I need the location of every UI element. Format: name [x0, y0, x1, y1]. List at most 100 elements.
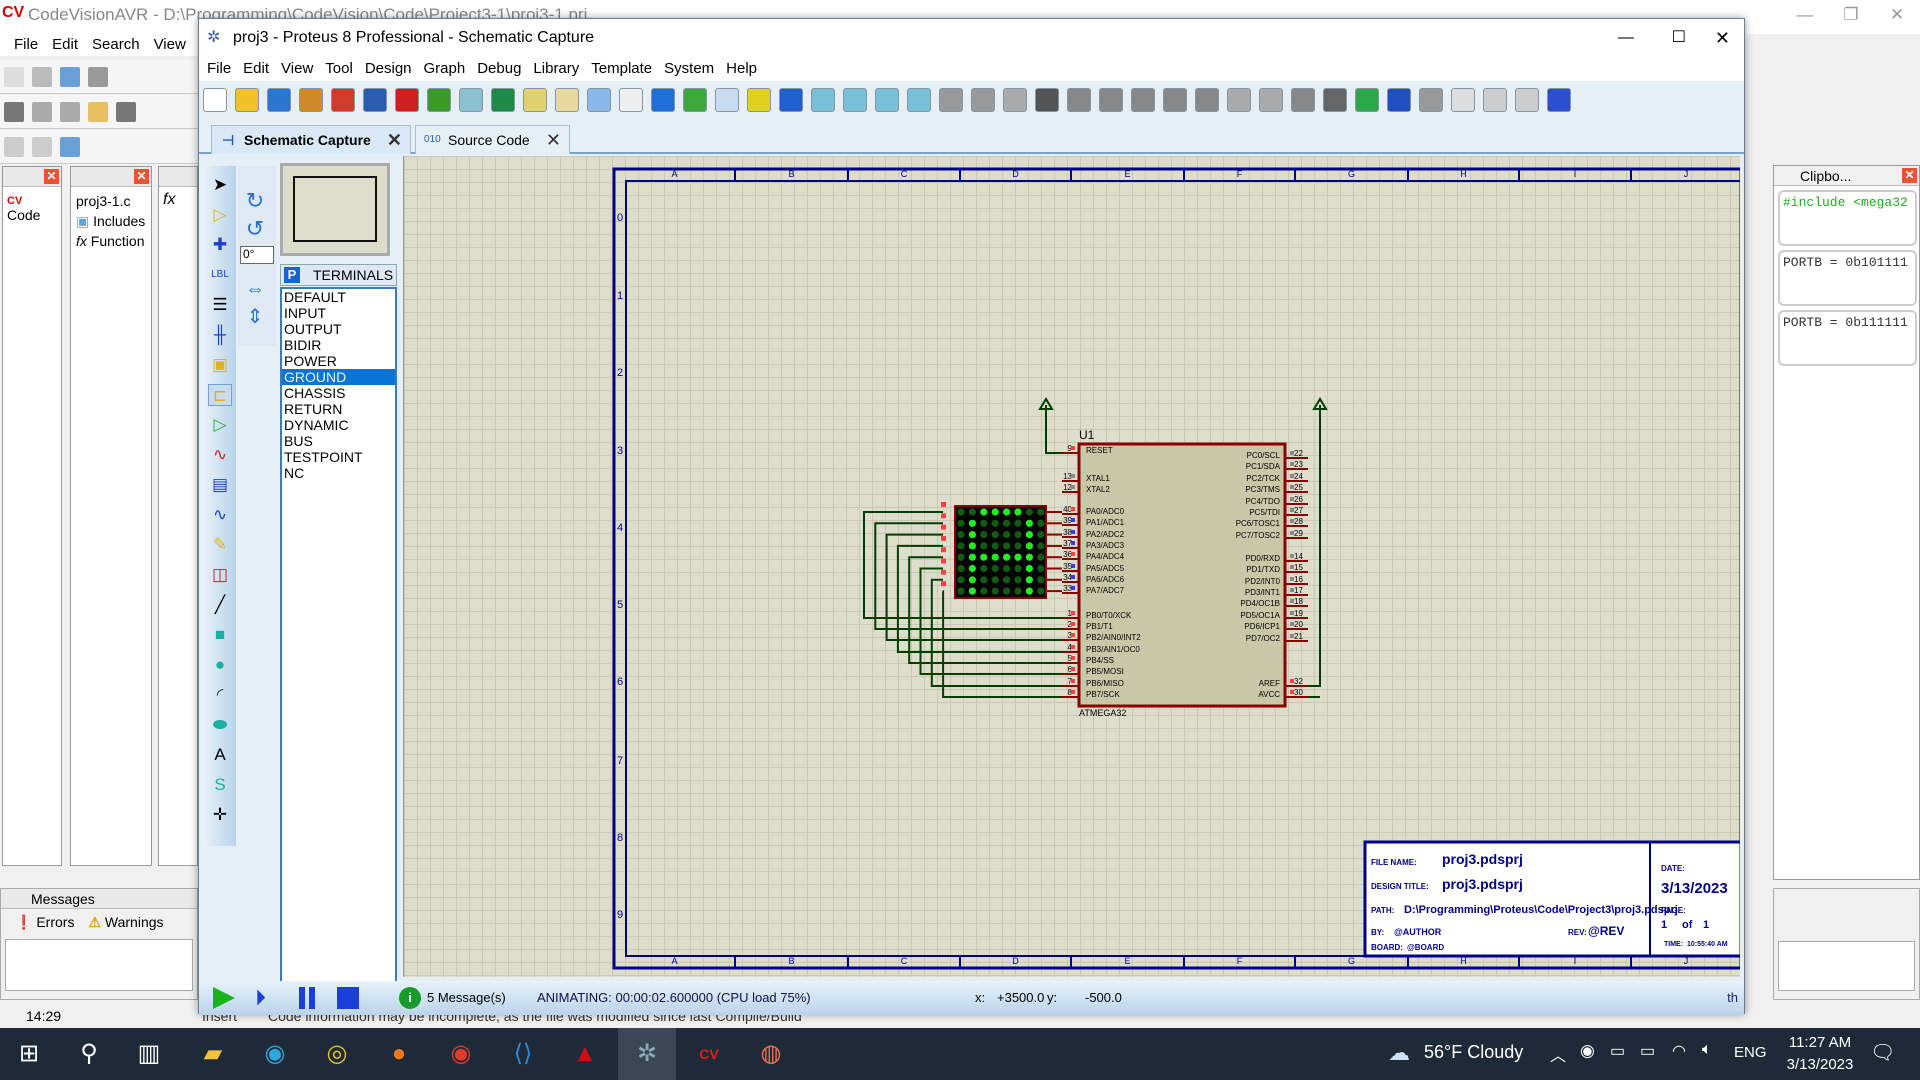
terminal-testpoint[interactable]: TESTPOINT: [282, 449, 395, 465]
close-icon[interactable]: ✕: [134, 169, 149, 184]
terminal-default[interactable]: DEFAULT: [282, 289, 395, 305]
schematic-icon[interactable]: [363, 88, 387, 112]
expand-icon[interactable]: [4, 137, 24, 157]
close-icon[interactable]: ✕: [44, 169, 59, 184]
new-file-icon[interactable]: [203, 88, 227, 112]
marker-tool-icon[interactable]: ✛: [208, 804, 232, 826]
path-tool-icon[interactable]: ⬬: [208, 714, 232, 736]
mirror-y-icon[interactable]: ⇕: [243, 306, 267, 328]
menu-edit[interactable]: Edit: [243, 60, 269, 77]
zoom-all-icon[interactable]: [875, 88, 899, 112]
clipboard-item[interactable]: #include <mega32: [1778, 190, 1917, 246]
edge-icon[interactable]: ◉: [246, 1028, 304, 1080]
mirror-x-icon[interactable]: ⇔: [243, 278, 267, 300]
pcb-layout-icon[interactable]: [523, 88, 547, 112]
tab-schematic-capture[interactable]: ⊣ Schematic Capture ✕: [211, 125, 411, 154]
origin-icon[interactable]: [747, 88, 771, 112]
chevron-up-icon[interactable]: ︿: [1550, 1042, 1566, 1066]
terminal-output[interactable]: OUTPUT: [282, 321, 395, 337]
pcb-icon[interactable]: [395, 88, 419, 112]
acrobat-icon[interactable]: ▲: [556, 1028, 614, 1080]
bill-dollar-icon[interactable]: [555, 88, 579, 112]
refresh-icon[interactable]: [683, 88, 707, 112]
generator-tool-icon[interactable]: ∿: [208, 504, 232, 526]
menu-design[interactable]: Design: [365, 60, 412, 77]
find-prev-icon[interactable]: [60, 102, 80, 122]
vscode-icon[interactable]: ⟨⟩: [494, 1028, 552, 1080]
menu-file[interactable]: File: [207, 60, 231, 77]
terminal-bus[interactable]: BUS: [282, 433, 395, 449]
restore-button[interactable]: ❐: [1828, 0, 1874, 30]
delete-sheet-icon[interactable]: [1483, 88, 1507, 112]
junction-tool-icon[interactable]: ✚: [208, 234, 232, 256]
save-icon[interactable]: [267, 88, 291, 112]
stop-button[interactable]: [337, 987, 359, 1009]
pick-devices-button[interactable]: P: [284, 267, 300, 283]
terminal-dynamic[interactable]: DYNAMIC: [282, 417, 395, 433]
terminal-ground[interactable]: GROUND: [282, 369, 395, 385]
language[interactable]: ENG: [1734, 1044, 1767, 1061]
block-rotate-icon[interactable]: [1163, 88, 1187, 112]
codevision-taskbar-icon[interactable]: CV: [680, 1028, 738, 1080]
help-icon[interactable]: [651, 88, 675, 112]
device-pins-tool-icon[interactable]: ▷: [208, 414, 232, 436]
close-button[interactable]: ✕: [1874, 0, 1920, 30]
subcircuit-tool-icon[interactable]: ▣: [208, 354, 232, 376]
new-sheet-icon[interactable]: [1451, 88, 1475, 112]
menu-view[interactable]: View: [281, 60, 313, 77]
firefox-icon[interactable]: ●: [370, 1028, 428, 1080]
netlist-icon[interactable]: [1547, 88, 1571, 112]
clock-date[interactable]: 3/13/2023: [1782, 1056, 1858, 1073]
menu-view[interactable]: View: [154, 36, 186, 53]
virtual-instruments-tool-icon[interactable]: ◫: [208, 564, 232, 586]
clipboard-item[interactable]: PORTB = 0b101111: [1778, 250, 1917, 306]
wifi-icon[interactable]: ◠: [1672, 1041, 1686, 1061]
terminals-tool-icon[interactable]: ⊏: [208, 384, 232, 406]
3d-view-icon[interactable]: [427, 88, 451, 112]
record-icon[interactable]: ◉: [1580, 1041, 1595, 1061]
terminal-input[interactable]: INPUT: [282, 305, 395, 321]
line-tool-icon[interactable]: ╱: [208, 594, 232, 616]
pick-device-icon[interactable]: [1227, 88, 1251, 112]
block-delete-icon[interactable]: [1195, 88, 1219, 112]
zoom-area-icon[interactable]: [907, 88, 931, 112]
errors-tab[interactable]: ❗ Errors: [15, 914, 74, 930]
minimize-button[interactable]: —: [1782, 0, 1828, 30]
component-tool-icon[interactable]: ▷: [208, 204, 232, 226]
packaging-icon[interactable]: [1291, 88, 1315, 112]
menu-system[interactable]: System: [664, 60, 714, 77]
paragraph-icon[interactable]: [60, 137, 80, 157]
menu-help[interactable]: Help: [726, 60, 757, 77]
replace-icon[interactable]: [116, 102, 136, 122]
recorder-icon[interactable]: ◉: [432, 1028, 490, 1080]
rotation-angle-field[interactable]: 0°: [240, 246, 274, 264]
camera-icon[interactable]: ▭: [1610, 1041, 1625, 1061]
start-icon[interactable]: ⊞: [0, 1028, 58, 1080]
grid-icon[interactable]: [715, 88, 739, 112]
menu-tool[interactable]: Tool: [325, 60, 353, 77]
wire-label-tool-icon[interactable]: LBL: [208, 264, 232, 286]
decompose-icon[interactable]: [1323, 88, 1347, 112]
file-node[interactable]: proj3-1.c: [76, 191, 147, 211]
maximize-button[interactable]: ☐: [1672, 19, 1686, 57]
functions-node[interactable]: fx Function: [76, 231, 147, 251]
block-move-icon[interactable]: [1131, 88, 1155, 112]
probe-tool-icon[interactable]: ✎: [208, 534, 232, 556]
property-assign-icon[interactable]: [1419, 88, 1443, 112]
symbol-tool-icon[interactable]: S: [208, 774, 232, 796]
messages-count[interactable]: 5 Message(s): [427, 981, 506, 1015]
arc-tool-icon[interactable]: ◜: [208, 684, 232, 706]
selection-tool-icon[interactable]: ➤: [208, 174, 232, 196]
close-icon[interactable]: ✕: [1902, 168, 1917, 183]
step-button[interactable]: ⏵: [255, 987, 277, 1009]
schematic-canvas[interactable]: A A B B C C D D E E F F G G H H I I J J 0 1 2 3 4 5 6 7 8 9 U1 ATMEGA32…: [403, 156, 1740, 977]
menu-library[interactable]: Library: [533, 60, 579, 77]
zoom-in-icon[interactable]: [811, 88, 835, 112]
active-popup-tool-icon[interactable]: ▤: [208, 474, 232, 496]
gerber-icon[interactable]: [459, 88, 483, 112]
weather[interactable]: 56°F Cloudy: [1424, 1042, 1523, 1063]
battery-icon[interactable]: ▭: [1640, 1041, 1655, 1061]
open-folder-icon[interactable]: [235, 88, 259, 112]
chrome-icon[interactable]: ◎: [308, 1028, 366, 1080]
circle-tool-icon[interactable]: ●: [208, 654, 232, 676]
